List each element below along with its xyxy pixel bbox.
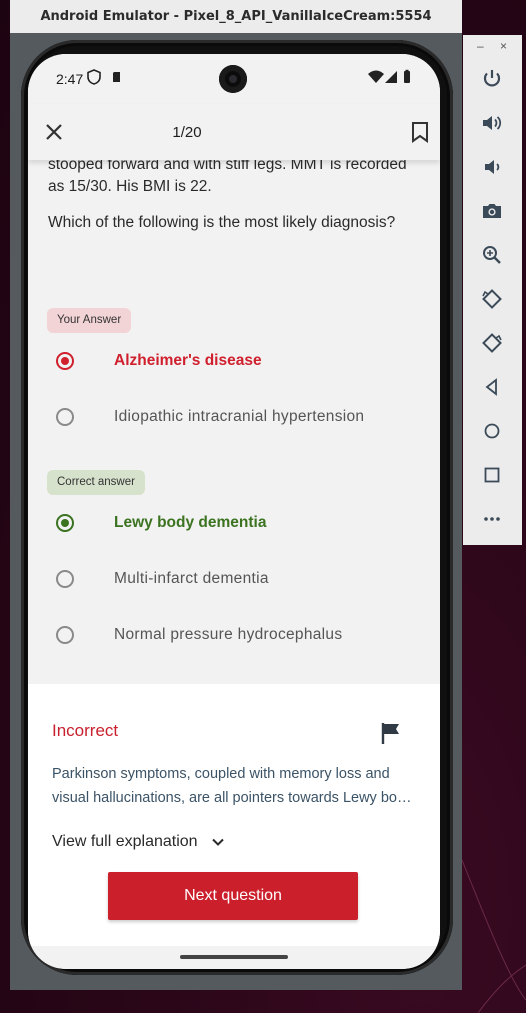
option-multi-infarct-dementia[interactable]: Multi-infarct dementia: [56, 562, 426, 596]
view-full-explanation-label: View full explanation: [52, 833, 198, 850]
phone-screen: 2:47 1/20 stooped forward and with stiff…: [28, 54, 440, 969]
your-answer-chip: Your Answer: [47, 308, 132, 333]
emulator-side-toolbar: – ×: [463, 35, 522, 545]
option-normal-pressure-hydrocephalus[interactable]: Normal pressure hydrocephalus: [56, 618, 426, 652]
rotate-left-icon[interactable]: [480, 287, 504, 311]
option-label: Alzheimer's disease: [114, 352, 262, 369]
option-alzheimers[interactable]: Alzheimer's disease: [56, 344, 426, 378]
explanation-preview: Parkinson symptoms, coupled with memory …: [52, 766, 413, 806]
status-bar: 2:47: [28, 54, 440, 104]
gesture-handle[interactable]: [180, 955, 288, 959]
chevron-down-icon: [211, 838, 224, 846]
question-text: stooped forward and with stiff legs. MMT…: [48, 154, 408, 234]
flag-icon[interactable]: [378, 720, 404, 746]
radio-selected-icon[interactable]: [56, 352, 74, 370]
volume-up-icon[interactable]: [480, 111, 504, 135]
option-label: Idiopathic intracranial hypertension: [114, 408, 365, 425]
close-window-button[interactable]: ×: [500, 39, 507, 53]
radio-unselected-icon[interactable]: [56, 626, 74, 644]
option-label: Normal pressure hydrocephalus: [114, 626, 343, 643]
option-label: Lewy body dementia: [114, 514, 267, 531]
sim-card-icon: [113, 72, 120, 82]
feedback-panel: Incorrect Parkinson symptoms, coupled wi…: [28, 684, 440, 946]
option-idiopathic-intracranial-hypertension[interactable]: Idiopathic intracranial hypertension: [56, 400, 426, 434]
back-icon[interactable]: [480, 375, 504, 399]
emulator-title-bar: Android Emulator - Pixel_8_API_VanillaIc…: [10, 0, 462, 33]
emulator-title: Android Emulator - Pixel_8_API_VanillaIc…: [40, 9, 432, 24]
home-icon[interactable]: [480, 419, 504, 443]
status-time: 2:47: [56, 71, 84, 87]
volume-down-icon[interactable]: [480, 155, 504, 179]
option-label: Multi-infarct dementia: [114, 570, 269, 587]
bookmark-icon[interactable]: [408, 120, 432, 144]
app-bar: 1/20: [28, 104, 440, 160]
radio-unselected-icon[interactable]: [56, 570, 74, 588]
shield-icon: [87, 69, 101, 85]
view-full-explanation-button[interactable]: View full explanation: [52, 833, 226, 851]
more-icon[interactable]: [480, 507, 504, 531]
zoom-icon[interactable]: [480, 243, 504, 267]
correct-answer-chip: Correct answer: [47, 470, 145, 495]
question-prompt: Which of the following is the most likel…: [48, 214, 396, 231]
power-icon[interactable]: [480, 67, 504, 91]
rotate-right-icon[interactable]: [480, 331, 504, 355]
battery-icon: [404, 69, 410, 83]
front-camera: [219, 65, 247, 93]
next-question-button[interactable]: Next question: [108, 872, 358, 920]
question-counter: 1/20: [172, 124, 202, 141]
radio-correct-icon[interactable]: [56, 514, 74, 532]
camera-icon[interactable]: [480, 199, 504, 223]
overview-icon[interactable]: [480, 463, 504, 487]
emulator-window: Android Emulator - Pixel_8_API_VanillaIc…: [10, 0, 462, 990]
minimize-button[interactable]: –: [477, 39, 484, 53]
option-lewy-body-dementia[interactable]: Lewy body dementia: [56, 506, 426, 540]
question-stem-tail: stooped forward and with stiff legs. MMT…: [48, 156, 407, 195]
gesture-nav-bar: [28, 946, 440, 969]
result-status: Incorrect: [52, 721, 119, 740]
radio-unselected-icon[interactable]: [56, 408, 74, 426]
